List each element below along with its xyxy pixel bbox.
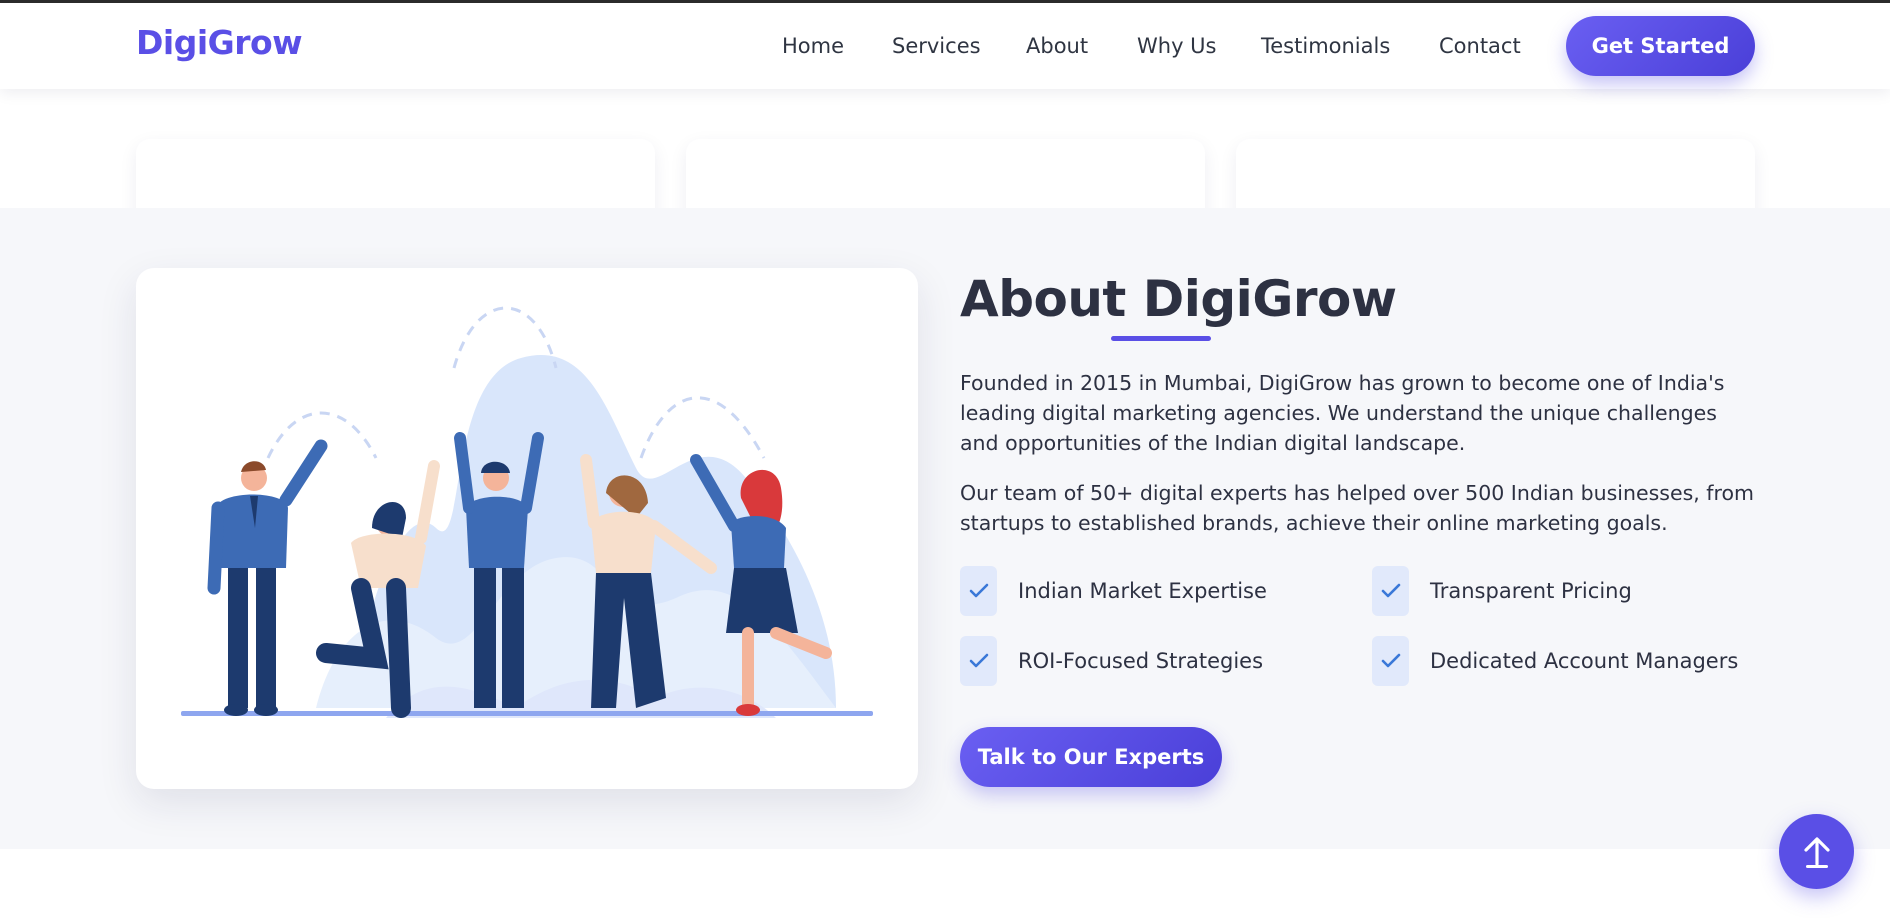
feature-item: Dedicated Account Managers (1372, 636, 1738, 686)
feature-item: Indian Market Expertise (960, 566, 1267, 616)
feature-item: ROI-Focused Strategies (960, 636, 1263, 686)
window-top-border (0, 0, 1890, 3)
page: DigiGrow Home Services About Why Us Test… (0, 0, 1890, 918)
feature-item: Transparent Pricing (1372, 566, 1632, 616)
about-illustration-card (136, 268, 918, 789)
nav-link-services[interactable]: Services (892, 34, 981, 58)
about-section: About DigiGrow Founded in 2015 in Mumbai… (0, 208, 1890, 849)
feature-label: Indian Market Expertise (1018, 579, 1267, 603)
check-icon (1372, 636, 1409, 686)
logo[interactable]: DigiGrow (136, 23, 303, 62)
about-paragraph-1: Founded in 2015 in Mumbai, DigiGrow has … (960, 371, 1725, 455)
nav-link-about[interactable]: About (1026, 34, 1088, 58)
nav-link-home[interactable]: Home (782, 34, 844, 58)
next-section-top (0, 849, 1890, 918)
about-paragraph-2: Our team of 50+ digital experts has help… (960, 481, 1755, 535)
scroll-to-top-button[interactable] (1779, 814, 1854, 889)
services-section-bottom (0, 89, 1890, 236)
nav-link-testimonials[interactable]: Testimonials (1261, 34, 1390, 58)
feature-label: ROI-Focused Strategies (1018, 649, 1264, 673)
team-celebration-illustration (181, 306, 873, 718)
nav-link-contact[interactable]: Contact (1439, 34, 1521, 58)
check-icon (960, 566, 997, 616)
feature-label: Dedicated Account Managers (1430, 649, 1739, 673)
check-icon (960, 636, 997, 686)
title-underline (1111, 336, 1211, 341)
check-icon (1372, 566, 1409, 616)
navbar: DigiGrow Home Services About Why Us Test… (0, 3, 1890, 89)
nav-link-why-us[interactable]: Why Us (1137, 34, 1217, 58)
get-started-button[interactable]: Get Started (1566, 16, 1755, 76)
talk-to-experts-button[interactable]: Talk to Our Experts (960, 727, 1222, 787)
arrow-up-icon (1803, 836, 1830, 868)
about-title: About DigiGrow (960, 270, 1397, 328)
feature-label: Transparent Pricing (1430, 579, 1632, 603)
